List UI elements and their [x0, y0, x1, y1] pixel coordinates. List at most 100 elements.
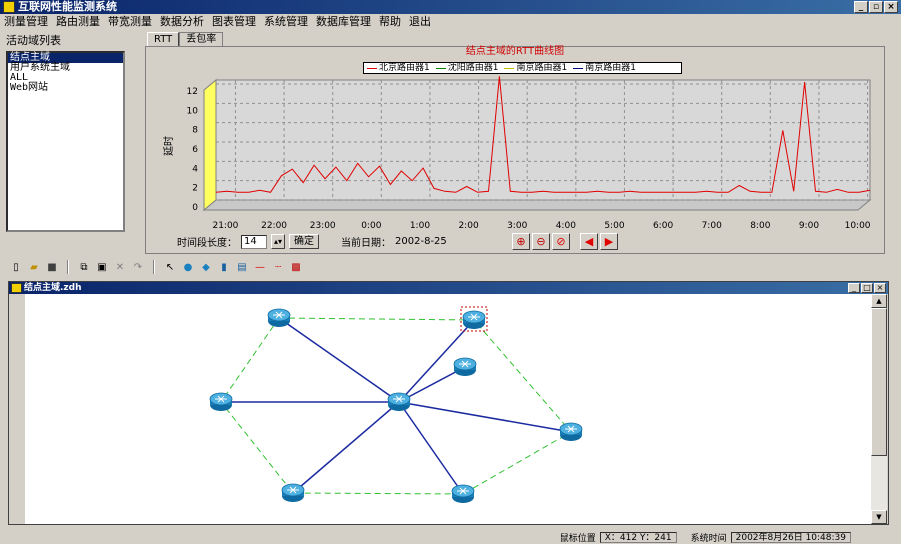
- topology-window: 结点主域.zdh _ □ × ▲ ▼: [8, 281, 889, 525]
- y-tick-label: 10: [187, 106, 199, 116]
- menu-route[interactable]: 路由测量: [52, 14, 104, 30]
- mouse-position-value: X：412 Y：241: [599, 531, 677, 543]
- solid-link-icon[interactable]: —: [252, 260, 268, 274]
- router-icon: [451, 484, 475, 504]
- ok-button[interactable]: 确定: [289, 234, 320, 249]
- domain-item[interactable]: Web网站: [8, 83, 123, 93]
- plot-left-wall: [203, 78, 217, 212]
- y-tick-label: 2: [192, 184, 198, 194]
- x-tick-label: 3:00: [507, 221, 527, 231]
- x-tick-label: 7:00: [702, 221, 722, 231]
- x-tick-label: 8:00: [750, 221, 770, 231]
- paste-icon[interactable]: ▣: [94, 260, 110, 274]
- menu-database[interactable]: 数据库管理: [312, 14, 375, 30]
- router-icon: [453, 357, 477, 377]
- topology-title: 结点主域.zdh: [24, 283, 82, 293]
- x-tick-label: 0:00: [361, 221, 381, 231]
- hub-tool-icon[interactable]: ▤: [234, 260, 250, 274]
- current-date-value: 2002-8-25: [395, 236, 447, 247]
- router-tool-icon[interactable]: ●: [180, 260, 196, 274]
- link-bottom-right: [398, 401, 464, 495]
- main-toolbar: ▯ ▰ ■ ⧉ ▣ ✕ ↷ ↖ ● ◆ ▮ ▤ — ┈ ▩: [0, 258, 901, 276]
- delete-icon[interactable]: ✕: [112, 260, 128, 274]
- y-tick-label: 6: [192, 145, 198, 155]
- chart-title: 结点主域的RTT曲线图: [465, 46, 565, 57]
- system-time-label: 系统时间: [690, 533, 727, 544]
- router-icon: [209, 392, 233, 412]
- zoom-in-icon[interactable]: ⊕: [512, 233, 530, 250]
- y-tick-label: 4: [192, 164, 198, 174]
- current-date-label: 当前日期：: [341, 238, 392, 249]
- maximize-button[interactable]: ▫: [869, 1, 883, 13]
- scroll-thumb[interactable]: [871, 308, 887, 456]
- switch-tool-icon[interactable]: ◆: [198, 260, 214, 274]
- legend-label: 沈阳路由器1: [447, 63, 499, 73]
- app-titlebar: 互联网性能监测系统 _ ▫ ×: [0, 0, 901, 14]
- child-minimize-button[interactable]: _: [848, 283, 860, 293]
- plot-back-wall: [215, 79, 871, 201]
- save-icon[interactable]: ■: [44, 260, 60, 274]
- router-icon: [267, 308, 291, 328]
- menu-bandwidth[interactable]: 带宽测量: [104, 14, 156, 30]
- x-tick-label: 10:00: [845, 221, 871, 231]
- stop-icon[interactable]: ⊘: [552, 233, 570, 250]
- server-tool-icon[interactable]: ▮: [216, 260, 232, 274]
- vertical-scrollbar[interactable]: ▲ ▼: [871, 294, 887, 524]
- system-time-value: 2002年8月26日 10:48:39: [730, 531, 851, 543]
- y-tick-label: 12: [187, 87, 198, 97]
- topology-canvas[interactable]: [25, 294, 872, 524]
- time-length-spinner[interactable]: ▴▾: [271, 234, 286, 249]
- chart-toolbar: ⊕ ⊖ ⊘ ◀ ▶: [512, 233, 618, 250]
- child-maximize-button[interactable]: □: [861, 283, 873, 293]
- new-file-icon[interactable]: ▯: [8, 260, 24, 274]
- mouse-position-label: 鼠标位置: [559, 533, 596, 544]
- x-tick-label: 5:00: [604, 221, 624, 231]
- domain-list-label: 活动域列表: [6, 34, 61, 47]
- arrow-right-icon[interactable]: ▶: [600, 233, 618, 250]
- redo-icon[interactable]: ↷: [130, 260, 146, 274]
- x-tick-label: 4:00: [556, 221, 576, 231]
- app-title: 互联网性能监测系统: [18, 0, 117, 13]
- menu-analysis[interactable]: 数据分析: [156, 14, 208, 30]
- minimize-button[interactable]: _: [854, 1, 868, 13]
- child-close-button[interactable]: ×: [874, 283, 886, 293]
- open-folder-icon[interactable]: ▰: [26, 260, 42, 274]
- menu-charts[interactable]: 图表管理: [208, 14, 260, 30]
- close-button[interactable]: ×: [884, 1, 898, 13]
- legend-item: 沈阳路由器1: [433, 63, 502, 73]
- dashed-link-icon[interactable]: ┈: [270, 260, 286, 274]
- menu-system[interactable]: 系统管理: [260, 14, 312, 30]
- tab-rtt[interactable]: RTT: [147, 32, 180, 46]
- legend-label: 北京路由器1: [379, 63, 430, 73]
- router-icon: [462, 310, 486, 330]
- router-icon: [559, 422, 583, 442]
- domain-list[interactable]: 结点主域 用户系统主域 ALL Web网站: [6, 51, 125, 232]
- pointer-icon[interactable]: ↖: [162, 260, 178, 274]
- scroll-up-icon[interactable]: ▲: [871, 294, 887, 308]
- x-tick-label: 23:00: [310, 221, 336, 231]
- scroll-down-icon[interactable]: ▼: [871, 510, 887, 524]
- chart-legend: 北京路由器1 沈阳路由器1 南京路由器1 南京路由器1: [363, 62, 682, 74]
- time-length-input[interactable]: 14: [241, 234, 267, 249]
- chart-controls: 时间段长度： 14 ▴▾ 确定 当前日期： 2002-8-25: [177, 234, 447, 249]
- tab-packet-loss[interactable]: 丢包率: [179, 32, 224, 46]
- legend-item: 南京路由器1: [570, 63, 639, 73]
- legend-item: 北京路由器1: [364, 63, 433, 73]
- rtt-chart: 0 2 4 6 8 10 12 21:00 22:00 23:00 0:00 1:00 2:00 3:0…: [163, 76, 872, 231]
- router-icon: [387, 392, 411, 412]
- arrow-left-icon[interactable]: ◀: [580, 233, 598, 250]
- router-icon: [281, 483, 305, 503]
- menu-measure[interactable]: 测量管理: [0, 14, 52, 30]
- network-tool-icon[interactable]: ▩: [288, 260, 304, 274]
- topology-svg: [209, 306, 583, 504]
- document-icon: [11, 283, 22, 293]
- zoom-out-icon[interactable]: ⊖: [532, 233, 550, 250]
- menu-help[interactable]: 帮助: [375, 14, 405, 30]
- x-tick-label: 2:00: [458, 221, 478, 231]
- menu-exit[interactable]: 退出: [405, 14, 435, 30]
- legend-label: 南京路由器1: [585, 63, 636, 73]
- chart-tabs: RTT 丢包率: [147, 32, 224, 46]
- copy-icon[interactable]: ⧉: [76, 260, 92, 274]
- x-tick-label: 1:00: [410, 221, 430, 231]
- y-tick-label: 0: [192, 203, 198, 213]
